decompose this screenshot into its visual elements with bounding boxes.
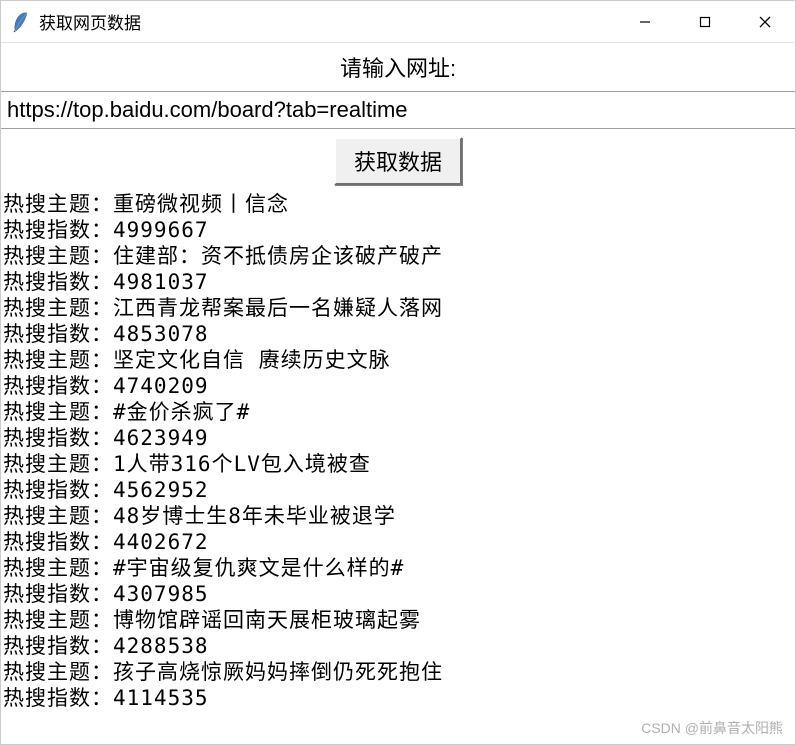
result-index-line: 热搜指数：4288538 (3, 633, 793, 659)
titlebar: 获取网页数据 (1, 1, 795, 43)
results-panel: 热搜主题：重磅微视频丨信念热搜指数：4999667热搜主题：住建部：资不抵债房企… (1, 191, 795, 744)
minimize-button[interactable] (615, 1, 675, 42)
result-index-line: 热搜指数：4740209 (3, 373, 793, 399)
url-prompt-label: 请输入网址: (1, 43, 795, 91)
url-input[interactable] (1, 91, 795, 129)
result-index-line: 热搜指数：4402672 (3, 529, 793, 555)
window-title: 获取网页数据 (39, 9, 615, 34)
result-topic-line: 热搜主题：48岁博士生8年未毕业被退学 (3, 503, 793, 529)
maximize-button[interactable] (675, 1, 735, 42)
content-area: 请输入网址: 获取数据 热搜主题：重磅微视频丨信念热搜指数：4999667热搜主… (1, 43, 795, 744)
result-topic-line: 热搜主题：#金价杀疯了# (3, 399, 793, 425)
fetch-button[interactable]: 获取数据 (334, 137, 462, 185)
result-index-line: 热搜指数：4853078 (3, 321, 793, 347)
window-controls (615, 1, 795, 42)
result-topic-line: 热搜主题：1人带316个LV包入境被查 (3, 451, 793, 477)
feather-icon (11, 10, 31, 34)
result-topic-line: 热搜主题：重磅微视频丨信念 (3, 191, 793, 217)
result-index-line: 热搜指数：4562952 (3, 477, 793, 503)
button-row: 获取数据 (1, 129, 795, 191)
result-index-line: 热搜指数：4999667 (3, 217, 793, 243)
result-index-line: 热搜指数：4307985 (3, 581, 793, 607)
app-window: 获取网页数据 请输入网址: 获取数据 热搜主题：重磅微视频丨信念热搜指数：499… (0, 0, 796, 745)
result-index-line: 热搜指数：4981037 (3, 269, 793, 295)
result-topic-line: 热搜主题：江西青龙帮案最后一名嫌疑人落网 (3, 295, 793, 321)
result-topic-line: 热搜主题：#宇宙级复仇爽文是什么样的# (3, 555, 793, 581)
result-topic-line: 热搜主题：孩子高烧惊厥妈妈摔倒仍死死抱住 (3, 659, 793, 685)
result-topic-line: 热搜主题：住建部：资不抵债房企该破产破产 (3, 243, 793, 269)
result-topic-line: 热搜主题：博物馆辟谣回南天展柜玻璃起雾 (3, 607, 793, 633)
result-index-line: 热搜指数：4623949 (3, 425, 793, 451)
watermark: CSDN @前鼻音太阳熊 (641, 718, 783, 738)
close-button[interactable] (735, 1, 795, 42)
result-index-line: 热搜指数：4114535 (3, 685, 793, 711)
result-topic-line: 热搜主题：坚定文化自信 赓续历史文脉 (3, 347, 793, 373)
